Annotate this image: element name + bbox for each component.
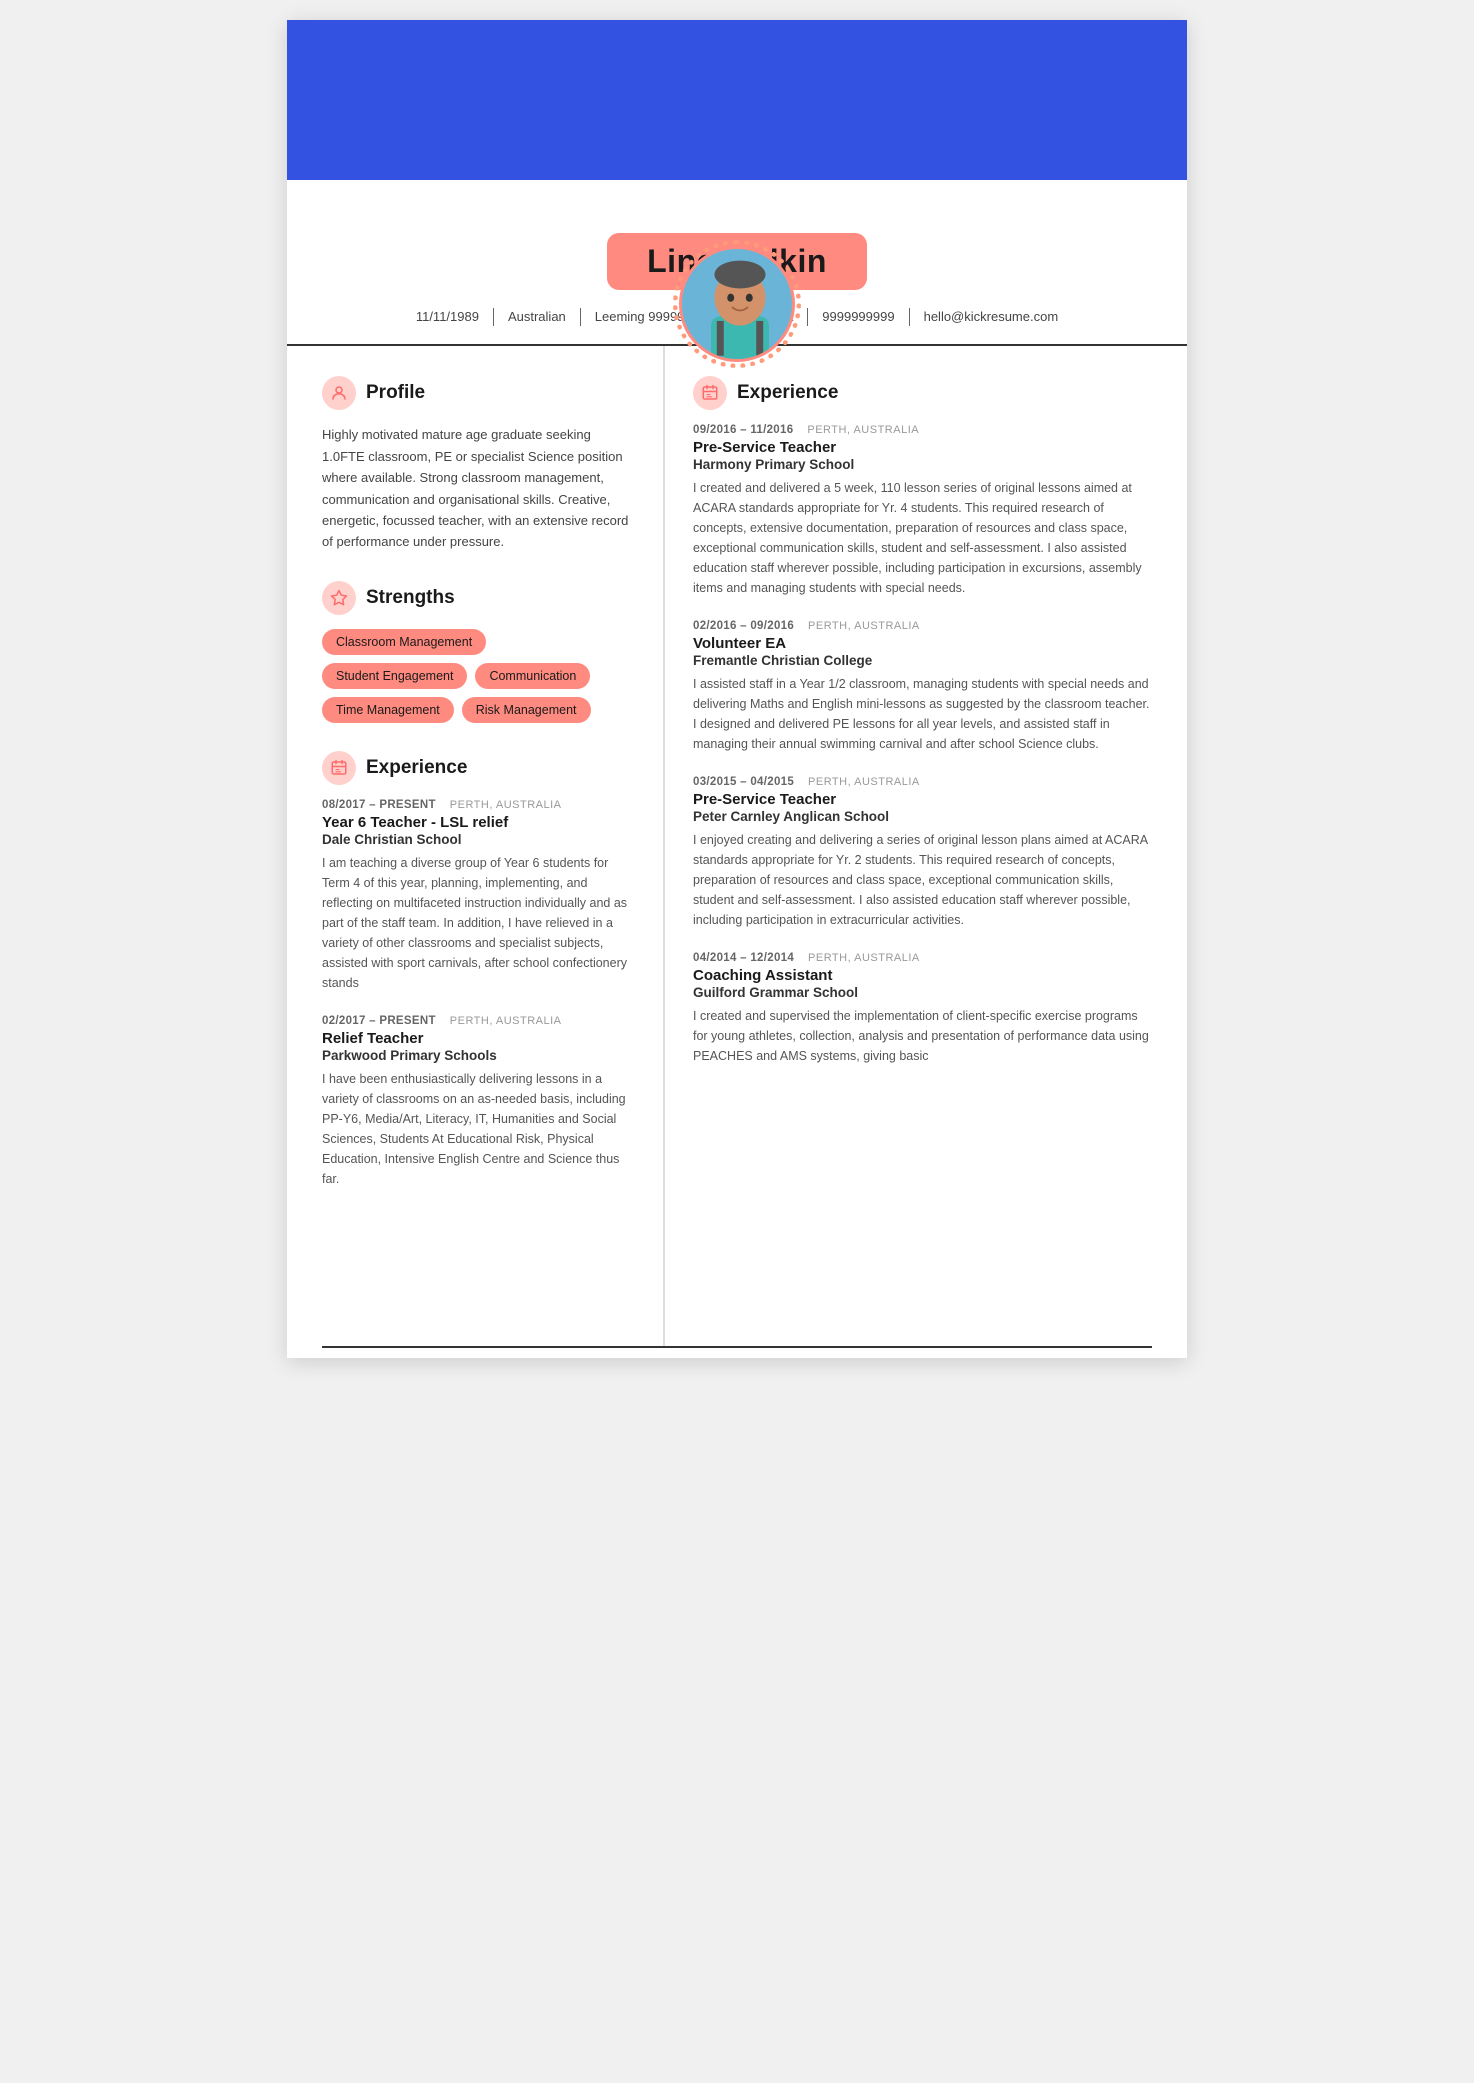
contact-nationality: Australian	[494, 308, 581, 326]
exp-title: Volunteer EA	[693, 635, 1152, 652]
exp-location: PERTH, AUSTRALIA	[450, 1015, 562, 1027]
exp-meta: 09/2016 – 11/2016 PERTH, AUSTRALIA	[693, 424, 1152, 436]
right-experience-title: Experience	[737, 382, 838, 404]
exp-desc: I have been enthusiastically delivering …	[322, 1069, 635, 1189]
exp-meta: 02/2016 – 09/2016 PERTH, AUSTRALIA	[693, 620, 1152, 632]
profile-header: Profile	[322, 376, 635, 410]
resume-page: Line Malkin 11/11/1989 Australian Leemin…	[287, 20, 1187, 1358]
footer-divider	[322, 1346, 1152, 1358]
exp-desc: I am teaching a diverse group of Year 6 …	[322, 853, 635, 993]
exp-title: Pre-Service Teacher	[693, 439, 1152, 456]
left-experience-entries: 08/2017 – PRESENT PERTH, AUSTRALIA Year …	[322, 799, 635, 1189]
exp-entry: 02/2017 – PRESENT PERTH, AUSTRALIA Relie…	[322, 1015, 635, 1189]
exp-meta: 02/2017 – PRESENT PERTH, AUSTRALIA	[322, 1015, 635, 1027]
strength-badge: Communication	[475, 663, 590, 689]
left-experience-icon	[322, 751, 356, 785]
exp-desc: I created and supervised the implementat…	[693, 1006, 1152, 1066]
exp-date: 03/2015 – 04/2015	[693, 776, 794, 788]
profile-icon	[322, 376, 356, 410]
contact-dob: 11/11/1989	[402, 308, 494, 326]
exp-location: PERTH, AUSTRALIA	[808, 952, 920, 964]
main-content: Profile Highly motivated mature age grad…	[287, 346, 1187, 1346]
exp-desc: I created and delivered a 5 week, 110 le…	[693, 478, 1152, 598]
exp-title: Pre-Service Teacher	[693, 791, 1152, 808]
right-column: Experience 09/2016 – 11/2016 PERTH, AUST…	[665, 346, 1187, 1346]
profile-title: Profile	[366, 382, 425, 404]
exp-date: 08/2017 – PRESENT	[322, 799, 436, 811]
exp-meta: 08/2017 – PRESENT PERTH, AUSTRALIA	[322, 799, 635, 811]
exp-date: 09/2016 – 11/2016	[693, 424, 793, 436]
exp-title: Year 6 Teacher - LSL relief	[322, 814, 635, 831]
exp-company: Fremantle Christian College	[693, 653, 1152, 668]
exp-location: PERTH, AUSTRALIA	[808, 776, 920, 788]
badges-container: Classroom Management Student Engagement Co…	[322, 629, 635, 723]
left-experience-section: Experience 08/2017 – PRESENT PERTH, AUST…	[322, 751, 635, 1189]
exp-company: Peter Carnley Anglican School	[693, 809, 1152, 824]
exp-date: 02/2017 – PRESENT	[322, 1015, 436, 1027]
exp-meta: 03/2015 – 04/2015 PERTH, AUSTRALIA	[693, 776, 1152, 788]
exp-desc: I enjoyed creating and delivering a seri…	[693, 830, 1152, 930]
exp-date: 04/2014 – 12/2014	[693, 952, 794, 964]
exp-entry: 02/2016 – 09/2016 PERTH, AUSTRALIA Volun…	[693, 620, 1152, 754]
contact-email: hello@kickresume.com	[910, 308, 1073, 326]
strengths-title: Strengths	[366, 587, 455, 609]
exp-entry: 03/2015 – 04/2015 PERTH, AUSTRALIA Pre-S…	[693, 776, 1152, 930]
exp-company: Dale Christian School	[322, 832, 635, 847]
exp-location: PERTH, AUSTRALIA	[450, 799, 562, 811]
exp-desc: I assisted staff in a Year 1/2 classroom…	[693, 674, 1152, 754]
strength-badge: Student Engagement	[322, 663, 467, 689]
exp-company: Guilford Grammar School	[693, 985, 1152, 1000]
strength-badge: Classroom Management	[322, 629, 486, 655]
left-column: Profile Highly motivated mature age grad…	[287, 346, 665, 1346]
header-banner	[287, 20, 1187, 180]
right-experience-entries: 09/2016 – 11/2016 PERTH, AUSTRALIA Pre-S…	[693, 424, 1152, 1066]
right-experience-section: Experience 09/2016 – 11/2016 PERTH, AUST…	[693, 376, 1152, 1066]
right-experience-header: Experience	[693, 376, 1152, 410]
exp-meta: 04/2014 – 12/2014 PERTH, AUSTRALIA	[693, 952, 1152, 964]
exp-company: Harmony Primary School	[693, 457, 1152, 472]
strengths-icon	[322, 581, 356, 615]
profile-section: Profile Highly motivated mature age grad…	[322, 376, 635, 553]
contact-phone: 9999999999	[808, 308, 909, 326]
exp-entry: 09/2016 – 11/2016 PERTH, AUSTRALIA Pre-S…	[693, 424, 1152, 598]
right-experience-icon	[693, 376, 727, 410]
header-name-area: Line Malkin	[287, 180, 1187, 290]
exp-date: 02/2016 – 09/2016	[693, 620, 794, 632]
strengths-section: Strengths Classroom Management Student En…	[322, 581, 635, 723]
profile-text: Highly motivated mature age graduate see…	[322, 424, 635, 553]
exp-title: Relief Teacher	[322, 1030, 635, 1047]
strength-badge: Risk Management	[462, 697, 591, 723]
exp-location: PERTH, AUSTRALIA	[808, 620, 920, 632]
exp-entry: 08/2017 – PRESENT PERTH, AUSTRALIA Year …	[322, 799, 635, 993]
strengths-header: Strengths	[322, 581, 635, 615]
exp-company: Parkwood Primary Schools	[322, 1048, 635, 1063]
exp-title: Coaching Assistant	[693, 967, 1152, 984]
left-experience-title: Experience	[366, 757, 467, 779]
strength-badge: Time Management	[322, 697, 454, 723]
exp-entry: 04/2014 – 12/2014 PERTH, AUSTRALIA Coach…	[693, 952, 1152, 1066]
exp-location: PERTH, AUSTRALIA	[807, 424, 919, 436]
left-experience-header: Experience	[322, 751, 635, 785]
